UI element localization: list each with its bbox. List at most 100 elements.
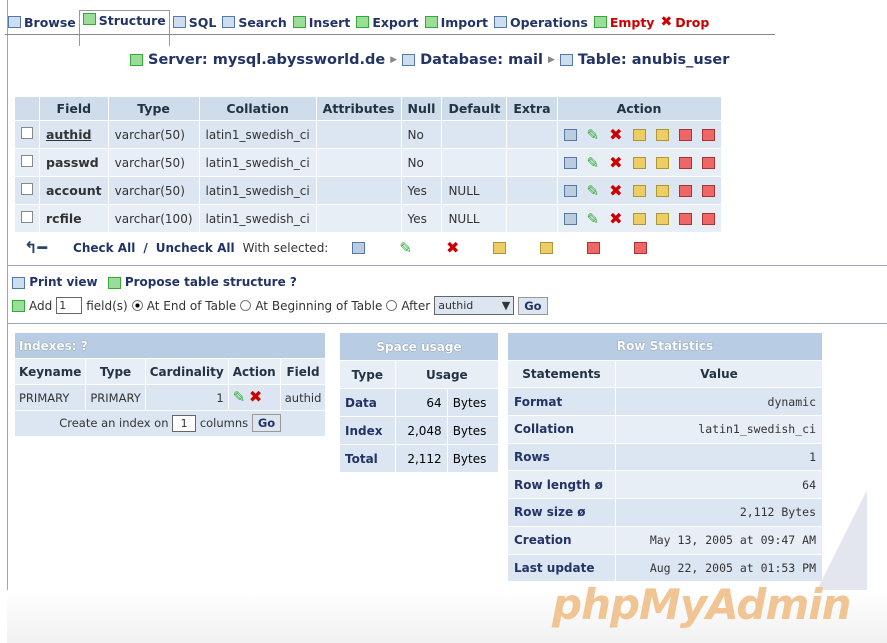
field-type: varchar(100) — [107, 204, 200, 233]
field-extra — [506, 176, 558, 205]
row-checkbox[interactable] — [21, 211, 33, 223]
index-selected-icon[interactable] — [540, 241, 554, 254]
import-icon — [424, 16, 438, 28]
edit-icon[interactable]: ✎ — [587, 127, 600, 142]
tab-sql[interactable]: SQL — [170, 15, 220, 30]
add-count-input[interactable]: 1 — [56, 297, 83, 314]
create-index-row: Create an index on 1 columns Go — [13, 410, 327, 437]
browse-distinct-icon[interactable] — [563, 212, 577, 225]
breadcrumb-database[interactable]: Database: mail — [420, 52, 543, 68]
header-usage: Usage — [394, 360, 500, 389]
unique-icon[interactable] — [678, 128, 692, 141]
edit-icon[interactable]: ✎ — [587, 211, 600, 226]
row-checkbox[interactable] — [21, 127, 33, 139]
edit-selected-icon[interactable]: ✎ — [399, 240, 412, 255]
header-keyname: Keyname — [13, 358, 87, 385]
delete-icon[interactable]: ✖ — [249, 388, 262, 404]
tab-browse[interactable]: Browse — [5, 15, 79, 30]
index-icon[interactable] — [655, 156, 669, 169]
delete-icon[interactable]: ✖ — [609, 126, 622, 142]
index-icon[interactable] — [655, 184, 669, 197]
uncheck-all-link[interactable]: Uncheck All — [156, 241, 235, 255]
row-checkbox[interactable] — [21, 155, 33, 167]
fulltext-icon[interactable] — [701, 184, 715, 197]
row-statistics-title: Row Statistics — [507, 332, 823, 361]
help-icon[interactable]: ? — [81, 339, 88, 353]
breadcrumb-server[interactable]: Server: mysql.abyssworld.de — [148, 52, 385, 68]
tab-structure[interactable]: Structure — [78, 10, 170, 46]
row-checkbox[interactable] — [21, 183, 33, 195]
breadcrumb: Server: mysql.abyssworld.de ▶ Database: … — [130, 52, 729, 68]
browse-distinct-icon[interactable] — [563, 156, 577, 169]
breadcrumb-table[interactable]: Table: anubis_user — [578, 52, 729, 68]
field-collation: latin1_swedish_ci — [198, 204, 317, 233]
end-of-table-label: At End of Table — [146, 298, 237, 313]
edit-icon[interactable]: ✎ — [587, 155, 600, 170]
header-extra: Extra — [506, 96, 558, 121]
check-all-link[interactable]: Check All — [73, 241, 135, 255]
propose-structure-link[interactable]: Propose table structure ? — [107, 275, 297, 289]
field-null: No — [400, 148, 443, 177]
unique-icon[interactable] — [678, 184, 692, 197]
printer-icon — [12, 276, 25, 289]
field-name[interactable]: account — [39, 176, 109, 205]
index-cardinality: 1 — [144, 384, 229, 411]
unique-icon[interactable] — [678, 156, 692, 169]
browse-distinct-icon[interactable] — [563, 184, 577, 197]
field-name[interactable]: passwd — [39, 148, 109, 177]
delete-icon[interactable]: ✖ — [609, 210, 622, 226]
field-null: No — [400, 120, 443, 149]
index-icon[interactable] — [655, 128, 669, 141]
primary-selected-icon[interactable] — [493, 241, 507, 254]
header-type: Type — [85, 358, 146, 385]
operations-icon — [493, 16, 507, 28]
primary-key-icon[interactable] — [632, 128, 646, 141]
help-icon[interactable]: ? — [290, 275, 297, 289]
create-index-go-button[interactable]: Go — [251, 414, 282, 432]
primary-key-icon[interactable] — [632, 156, 646, 169]
after-radio[interactable] — [386, 300, 398, 311]
primary-key-icon[interactable] — [632, 212, 646, 225]
header-default: Default — [441, 96, 508, 121]
primary-key-icon[interactable] — [632, 184, 646, 197]
tab-bar: Browse Structure SQL Search Insert Expor… — [5, 10, 712, 46]
delete-icon[interactable]: ✖ — [609, 154, 622, 170]
browse-distinct-icon[interactable] — [563, 128, 577, 141]
field-collation: latin1_swedish_ci — [198, 148, 317, 177]
index-icon[interactable] — [655, 212, 669, 225]
tab-drop[interactable]: ✖ Drop — [657, 15, 712, 30]
fulltext-icon[interactable] — [701, 128, 715, 141]
tab-empty[interactable]: Empty — [591, 15, 658, 30]
beginning-of-table-radio[interactable] — [240, 300, 252, 311]
index-field: authid — [279, 384, 327, 411]
after-field-select[interactable]: authid ▼ — [434, 296, 515, 315]
delete-selected-icon[interactable]: ✖ — [446, 239, 459, 255]
unique-selected-icon[interactable] — [587, 241, 601, 254]
tab-operations[interactable]: Operations — [491, 15, 591, 30]
fulltext-icon[interactable] — [701, 156, 715, 169]
tab-search[interactable]: Search — [219, 15, 289, 30]
header-type: Type — [107, 96, 200, 121]
edit-icon[interactable]: ✎ — [233, 389, 246, 404]
add-go-button[interactable]: Go — [518, 296, 548, 315]
fulltext-selected-icon[interactable] — [634, 241, 648, 254]
field-extra — [506, 148, 558, 177]
edit-icon[interactable]: ✎ — [587, 183, 600, 198]
table-row: authid varchar(50) latin1_swedish_ci No … — [14, 120, 722, 149]
fulltext-icon[interactable] — [701, 212, 715, 225]
tab-import[interactable]: Import — [422, 15, 491, 30]
create-index-input[interactable]: 1 — [172, 415, 197, 432]
end-of-table-radio[interactable] — [131, 300, 143, 311]
tab-export[interactable]: Export — [353, 15, 421, 30]
delete-icon[interactable]: ✖ — [609, 182, 622, 198]
print-view-link[interactable]: Print view — [12, 275, 98, 289]
field-name[interactable]: authid — [39, 120, 109, 149]
field-name[interactable]: rcfile — [39, 204, 109, 233]
header-statements: Statements — [507, 359, 616, 389]
field-attributes — [315, 120, 402, 149]
row-actions: ✎ ✖ — [563, 210, 715, 226]
browse-selected-icon[interactable] — [352, 241, 366, 254]
field-extra — [506, 120, 558, 149]
tab-insert[interactable]: Insert — [290, 15, 354, 30]
unique-icon[interactable] — [678, 212, 692, 225]
